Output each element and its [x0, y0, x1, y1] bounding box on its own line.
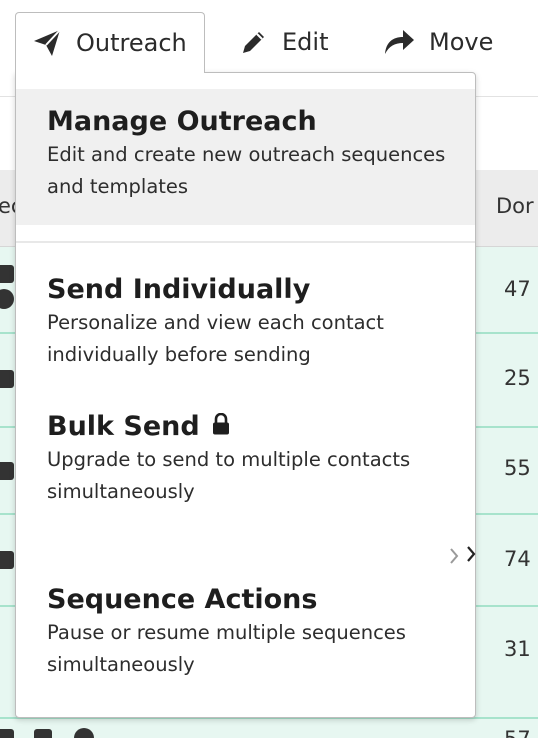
- paper-plane-icon: [32, 28, 62, 58]
- outreach-dropdown-menu: Manage Outreach Edit and create new outr…: [15, 72, 476, 718]
- instagram-icon: [34, 729, 52, 738]
- edit-button[interactable]: Edit: [240, 12, 328, 72]
- twitter-icon: [0, 462, 14, 480]
- twitter-icon: [0, 729, 14, 738]
- globe-icon: [0, 289, 14, 309]
- screen: Outreach Edit Move ec Dor 47 25 55 74 31…: [0, 0, 538, 738]
- row-value: 25: [504, 366, 531, 390]
- menu-divider: [16, 241, 475, 243]
- edit-button-label: Edit: [282, 28, 329, 56]
- menu-item-description: Personalize and view each contact indivi…: [47, 311, 384, 366]
- menu-item-title-row: Bulk Send: [47, 410, 475, 444]
- lock-icon: [212, 410, 230, 444]
- menu-item-title: Manage Outreach: [47, 106, 317, 137]
- row-value: 47: [504, 277, 531, 301]
- twitter-icon: [0, 370, 14, 388]
- menu-item-manage-outreach[interactable]: Manage Outreach Edit and create new outr…: [16, 89, 475, 225]
- row-value: 57: [504, 727, 531, 738]
- pencil-icon: [240, 28, 268, 56]
- globe-icon: [74, 728, 94, 738]
- menu-item-title: Send Individually: [47, 274, 311, 305]
- menu-item-title: Bulk Send: [47, 411, 200, 442]
- move-button[interactable]: Move: [383, 12, 493, 72]
- chevron-right-icon[interactable]: [448, 545, 478, 567]
- twitter-icon: [0, 265, 14, 283]
- share-arrow-icon: [383, 28, 415, 56]
- outreach-button[interactable]: Outreach: [15, 12, 205, 73]
- outreach-button-label: Outreach: [76, 29, 187, 57]
- menu-item-sequence-actions[interactable]: Sequence Actions Pause or resume multipl…: [16, 583, 475, 681]
- menu-item-description: Upgrade to send to multiple contacts sim…: [47, 448, 411, 503]
- menu-item-send-individually[interactable]: Send Individually Personalize and view e…: [16, 273, 475, 371]
- row-value: 31: [504, 637, 531, 661]
- menu-item-description: Edit and create new outreach sequences a…: [47, 143, 446, 198]
- table-row[interactable]: 57: [0, 719, 538, 738]
- row-value: 74: [504, 547, 531, 571]
- toolbar: Outreach Edit Move: [0, 0, 538, 73]
- row-value: 55: [504, 456, 531, 480]
- twitter-icon: [0, 551, 14, 569]
- move-button-label: Move: [429, 28, 494, 56]
- menu-item-bulk-send[interactable]: Bulk Send Upgrade to send to multiple co…: [16, 410, 475, 508]
- menu-item-description: Pause or resume multiple sequences simul…: [47, 621, 406, 676]
- menu-item-title: Sequence Actions: [47, 584, 318, 615]
- column-header-domain[interactable]: Dor: [496, 194, 534, 218]
